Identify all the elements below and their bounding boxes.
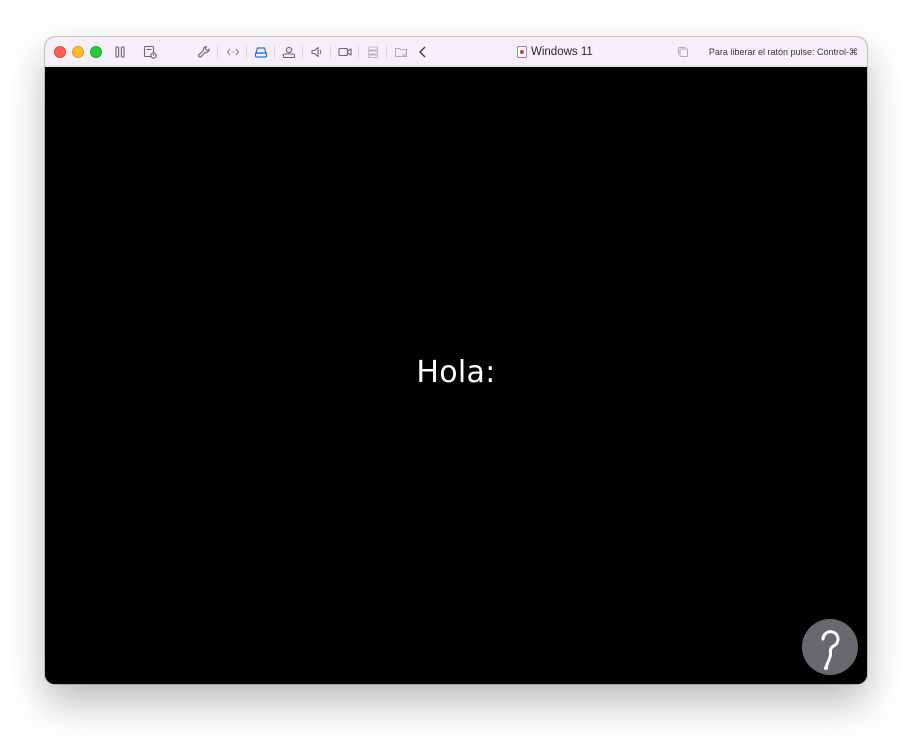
separator — [358, 46, 359, 58]
separator — [217, 46, 218, 58]
snapshot-icon[interactable] — [142, 44, 158, 60]
vm-window: Windows 11 Para liberar el ratón pulse: … — [45, 37, 867, 684]
vm-document-icon — [517, 46, 527, 58]
zoom-button[interactable] — [90, 46, 102, 58]
pause-icon[interactable] — [112, 44, 128, 60]
usb-stack-icon[interactable] — [365, 44, 381, 60]
copy-icon[interactable] — [675, 44, 691, 60]
drive-icon[interactable] — [253, 44, 269, 60]
camera-icon[interactable] — [337, 44, 353, 60]
close-button[interactable] — [54, 46, 66, 58]
window-title-text: Windows 11 — [531, 46, 593, 58]
window-title: Windows 11 — [517, 37, 593, 67]
release-mouse-hint: Para liberar el ratón pulse: Control-⌘ — [708, 47, 858, 57]
user-share-icon[interactable] — [281, 44, 297, 60]
chevron-left-icon[interactable] — [415, 44, 431, 60]
separator — [246, 46, 247, 58]
separator — [330, 46, 331, 58]
shared-folder-icon[interactable] — [393, 44, 409, 60]
title-bar: Windows 11 Para liberar el ratón pulse: … — [45, 37, 867, 67]
speaker-icon[interactable] — [309, 44, 325, 60]
separator — [302, 46, 303, 58]
code-arrows-icon[interactable] — [225, 44, 241, 60]
greeting-text: Hola: — [416, 355, 496, 390]
logo-icon — [800, 617, 860, 677]
settings-wrench-icon[interactable] — [196, 44, 212, 60]
vm-screen[interactable]: Hola: — [45, 67, 867, 684]
separator — [386, 46, 387, 58]
minimize-button[interactable] — [72, 46, 84, 58]
separator — [274, 46, 275, 58]
